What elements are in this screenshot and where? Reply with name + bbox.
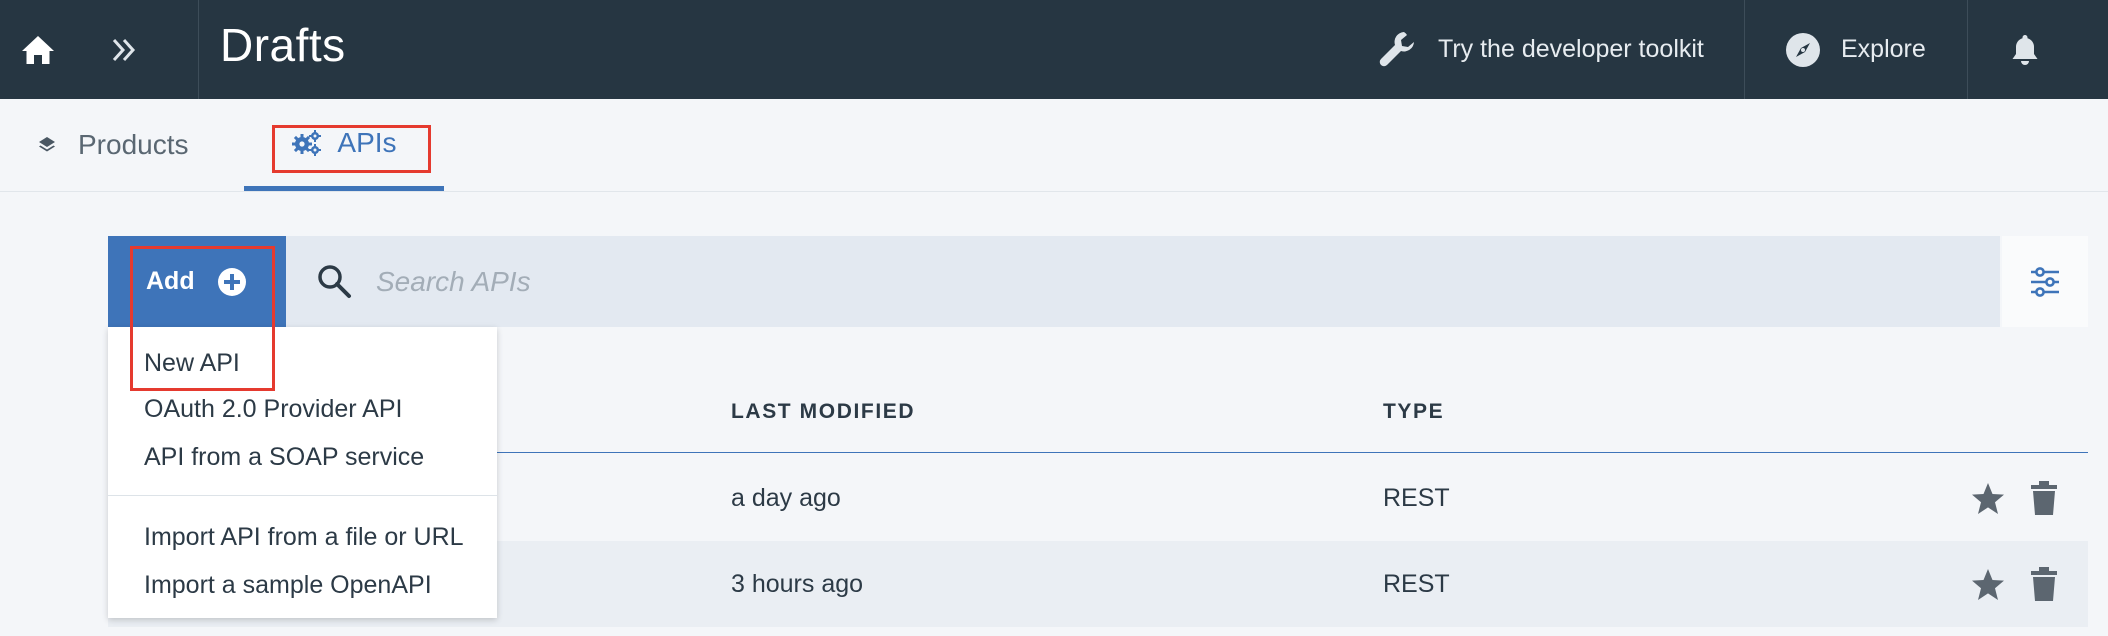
double-chevron-right-icon	[112, 38, 136, 61]
home-button[interactable]	[0, 0, 75, 99]
add-dropdown-menu: New API OAuth 2.0 Provider API API from …	[108, 327, 497, 618]
star-icon[interactable]	[1970, 568, 2006, 602]
search-input[interactable]	[374, 264, 1878, 299]
layers-icon	[39, 137, 55, 152]
add-label: Add	[146, 267, 195, 295]
menu-item-import-sample-openapi[interactable]: Import a sample OpenAPI	[144, 571, 432, 600]
search-bar	[286, 236, 2000, 327]
divider	[198, 0, 199, 99]
tab-apis-label: APIs	[337, 126, 397, 158]
menu-item-oauth-provider-api[interactable]: OAuth 2.0 Provider API	[144, 395, 402, 424]
explore-button[interactable]: Explore	[1785, 0, 1926, 99]
menu-item-import-file-url[interactable]: Import API from a file or URL	[144, 523, 464, 552]
home-icon	[21, 35, 54, 64]
gears-icon	[292, 129, 322, 156]
menu-item-soap-service-api[interactable]: API from a SOAP service	[144, 443, 424, 472]
sliders-icon	[2031, 266, 2059, 297]
plus-circle-icon	[217, 267, 246, 296]
tab-products-label: Products	[78, 129, 189, 160]
page-title: Drafts	[220, 19, 346, 71]
compass-icon	[1786, 32, 1820, 67]
add-button[interactable]: Add	[108, 236, 286, 327]
notifications-button[interactable]	[1990, 0, 2060, 99]
filter-button[interactable]	[2002, 236, 2088, 327]
expand-nav-button[interactable]	[92, 0, 158, 99]
bell-icon	[2012, 34, 2038, 65]
star-icon[interactable]	[1970, 482, 2006, 516]
tab-products[interactable]: Products	[36, 99, 189, 191]
divider	[1967, 0, 1968, 99]
divider	[1744, 0, 1745, 99]
last-modified-cell: 3 hours ago	[731, 569, 864, 598]
top-bar: Drafts Try the developer toolkit Explore	[0, 0, 2108, 99]
tab-apis[interactable]: APIs	[244, 99, 444, 191]
last-modified-cell: a day ago	[731, 483, 841, 512]
type-cell: REST	[1383, 483, 1450, 512]
column-header-last-modified[interactable]: LAST MODIFIED	[731, 400, 915, 424]
trash-icon[interactable]	[2030, 566, 2058, 602]
type-cell: REST	[1383, 569, 1450, 598]
developer-toolkit-label: Try the developer toolkit	[1438, 35, 1704, 63]
explore-label: Explore	[1841, 35, 1926, 63]
trash-icon[interactable]	[2030, 480, 2058, 516]
tab-bar: Products APIs	[0, 99, 2108, 192]
wrench-icon	[1379, 31, 1414, 66]
menu-divider	[108, 495, 497, 496]
developer-toolkit-button[interactable]: Try the developer toolkit	[1378, 0, 1704, 99]
menu-item-new-api[interactable]: New API	[144, 349, 240, 378]
search-icon	[318, 264, 351, 298]
column-header-type[interactable]: TYPE	[1383, 400, 1444, 424]
